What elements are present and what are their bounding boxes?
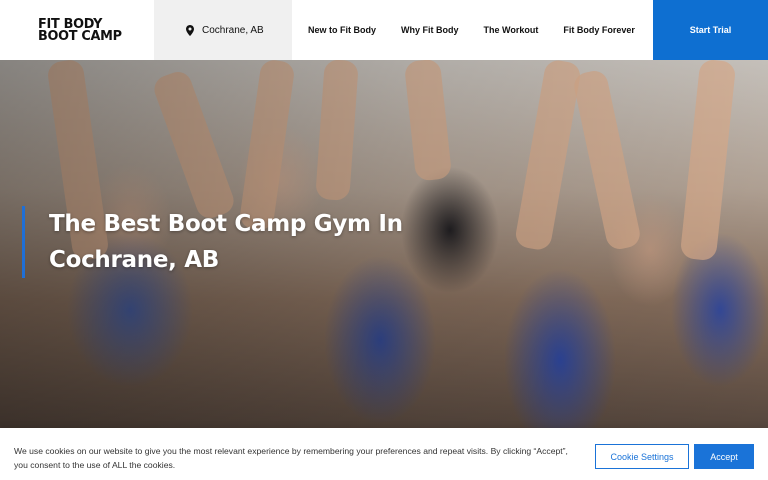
map-pin-icon bbox=[186, 24, 194, 36]
hero-section: The Best Boot Camp Gym In Cochrane, AB bbox=[0, 60, 768, 428]
start-trial-button[interactable]: Start Trial bbox=[653, 0, 768, 60]
main-nav: New to Fit Body Why Fit Body The Workout… bbox=[292, 0, 660, 60]
cookie-message: We use cookies on our website to give yo… bbox=[14, 446, 568, 470]
cookie-banner: We use cookies on our website to give yo… bbox=[0, 428, 768, 480]
cookie-settings-button[interactable]: Cookie Settings bbox=[595, 444, 689, 469]
site-header: FIT BODY BOOT CAMP Cochrane, AB New to F… bbox=[0, 0, 768, 60]
hero-title: The Best Boot Camp Gym In Cochrane, AB bbox=[49, 211, 403, 273]
accept-cookies-button[interactable]: Accept bbox=[694, 444, 754, 469]
nav-the-workout[interactable]: The Workout bbox=[484, 25, 539, 35]
nav-fit-body-forever[interactable]: Fit Body Forever bbox=[563, 25, 635, 35]
logo-line-2: BOOT CAMP bbox=[38, 28, 122, 44]
hero-heading-block: The Best Boot Camp Gym In Cochrane, AB bbox=[22, 206, 519, 278]
nav-why-fit-body[interactable]: Why Fit Body bbox=[401, 25, 459, 35]
location-selector[interactable]: Cochrane, AB bbox=[154, 0, 292, 60]
logo[interactable]: FIT BODY BOOT CAMP bbox=[0, 0, 154, 60]
nav-new-to-fit-body[interactable]: New to Fit Body bbox=[308, 25, 376, 35]
location-label: Cochrane, AB bbox=[202, 24, 264, 36]
